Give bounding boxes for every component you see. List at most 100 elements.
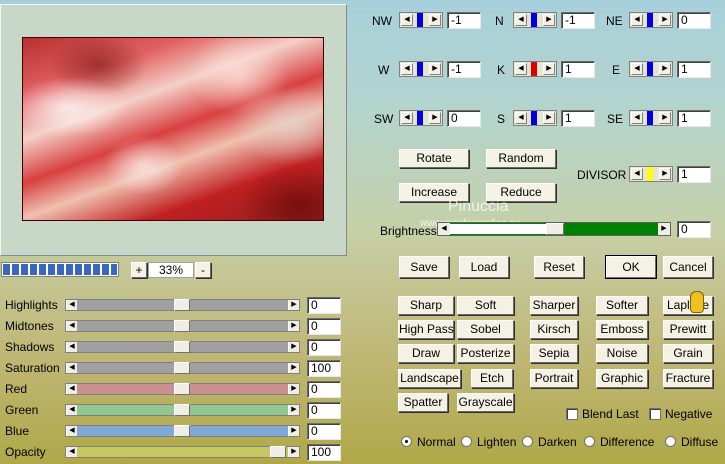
- right-arrow-icon[interactable]: ▶: [659, 112, 671, 124]
- zoom-out-button[interactable]: -: [195, 262, 211, 278]
- slider-thumb[interactable]: [174, 404, 190, 416]
- preset-soft-button[interactable]: Soft: [457, 296, 514, 315]
- left-arrow-icon[interactable]: ◀: [401, 14, 413, 26]
- kernel-thumb[interactable]: [647, 13, 653, 27]
- red-field[interactable]: 0: [307, 381, 341, 398]
- right-arrow-icon[interactable]: ▶: [288, 321, 299, 331]
- left-arrow-icon[interactable]: ◀: [401, 63, 413, 75]
- preset-fracture-button[interactable]: Fracture: [663, 369, 713, 388]
- slider-thumb[interactable]: [174, 383, 190, 395]
- right-arrow-icon[interactable]: ▶: [429, 112, 441, 124]
- green-slider[interactable]: ◀ ▶: [65, 404, 300, 416]
- right-arrow-icon[interactable]: ▶: [288, 426, 299, 436]
- preset-sobel-button[interactable]: Sobel: [457, 320, 514, 339]
- cancel-button[interactable]: Cancel: [663, 256, 713, 278]
- kernel-field-se[interactable]: 1: [677, 110, 711, 127]
- right-arrow-icon[interactable]: ▶: [659, 63, 671, 75]
- right-arrow-icon[interactable]: ▶: [429, 63, 441, 75]
- right-arrow-icon[interactable]: ▶: [288, 363, 299, 373]
- reset-button[interactable]: Reset: [534, 256, 584, 278]
- preset-emboss-button[interactable]: Emboss: [596, 320, 648, 339]
- kernel-field-n[interactable]: -1: [561, 12, 595, 29]
- right-arrow-icon[interactable]: ▶: [543, 63, 555, 75]
- kernel-spinner-nw[interactable]: ◀ ▶: [399, 12, 443, 28]
- preset-noise-button[interactable]: Noise: [596, 344, 648, 363]
- right-arrow-icon[interactable]: ▶: [659, 14, 671, 26]
- saturation-slider[interactable]: ◀ ▶: [65, 362, 300, 374]
- preset-sharp-button[interactable]: Sharp: [398, 296, 454, 315]
- saturation-field[interactable]: 100: [307, 360, 341, 377]
- right-arrow-icon[interactable]: ▶: [288, 447, 299, 457]
- right-arrow-icon[interactable]: ▶: [429, 14, 441, 26]
- kernel-field-k[interactable]: 1: [561, 61, 595, 78]
- left-arrow-icon[interactable]: ◀: [66, 405, 77, 415]
- save-button[interactable]: Save: [399, 256, 449, 278]
- kernel-spinner-s[interactable]: ◀ ▶: [513, 110, 557, 126]
- preset-landscape-button[interactable]: Landscape: [398, 369, 461, 388]
- preset-posterize-button[interactable]: Posterize: [457, 344, 514, 363]
- left-arrow-icon[interactable]: ◀: [631, 112, 643, 124]
- opacity-field[interactable]: 100: [307, 444, 341, 461]
- left-arrow-icon[interactable]: ◀: [401, 112, 413, 124]
- slider-thumb[interactable]: [174, 425, 190, 437]
- brightness-thumb[interactable]: [546, 223, 564, 235]
- slider-thumb[interactable]: [174, 320, 190, 332]
- preset-sharper-button[interactable]: Sharper: [530, 296, 578, 315]
- kernel-field-e[interactable]: 1: [677, 61, 711, 78]
- kernel-spinner-e[interactable]: ◀ ▶: [629, 61, 673, 77]
- kernel-thumb[interactable]: [647, 62, 653, 76]
- kernel-spinner-w[interactable]: ◀ ▶: [399, 61, 443, 77]
- opacity-slider[interactable]: ◀ ▶: [65, 446, 300, 458]
- zoom-level-field[interactable]: 33%: [148, 262, 194, 278]
- kernel-field-ne[interactable]: 0: [677, 12, 711, 29]
- mode-darken-radio[interactable]: [522, 436, 533, 447]
- mode-diffuse-radio[interactable]: [665, 436, 676, 447]
- preset-graphic-button[interactable]: Graphic: [596, 369, 648, 388]
- blue-slider[interactable]: ◀ ▶: [65, 425, 300, 437]
- negative-checkbox[interactable]: [649, 408, 661, 420]
- shadows-field[interactable]: 0: [307, 339, 341, 356]
- rotate-button[interactable]: Rotate: [399, 149, 469, 168]
- kernel-thumb[interactable]: [417, 111, 423, 125]
- right-arrow-icon[interactable]: ▶: [288, 384, 299, 394]
- blue-field[interactable]: 0: [307, 423, 341, 440]
- ok-button[interactable]: OK: [605, 255, 657, 279]
- kernel-thumb[interactable]: [417, 13, 423, 27]
- preset-high-pass-button[interactable]: High Pass: [398, 320, 454, 339]
- right-arrow-icon[interactable]: ▶: [659, 168, 671, 180]
- slider-thumb[interactable]: [174, 299, 190, 311]
- left-arrow-icon[interactable]: ◀: [631, 63, 643, 75]
- highlights-slider[interactable]: ◀ ▶: [65, 299, 300, 311]
- red-slider[interactable]: ◀ ▶: [65, 383, 300, 395]
- left-arrow-icon[interactable]: ◀: [66, 447, 77, 457]
- left-arrow-icon[interactable]: ◀: [66, 342, 77, 352]
- preset-spatter-button[interactable]: Spatter: [398, 393, 448, 412]
- left-arrow-icon[interactable]: ◀: [515, 63, 527, 75]
- preset-prewitt-button[interactable]: Prewitt: [663, 320, 713, 339]
- mode-difference-radio[interactable]: [584, 436, 595, 447]
- kernel-field-w[interactable]: -1: [447, 61, 481, 78]
- kernel-spinner-se[interactable]: ◀ ▶: [629, 110, 673, 126]
- divisor-thumb[interactable]: [647, 167, 653, 181]
- kernel-spinner-sw[interactable]: ◀ ▶: [399, 110, 443, 126]
- blend-last-checkbox[interactable]: [566, 408, 578, 420]
- slider-thumb[interactable]: [174, 362, 190, 374]
- divisor-spinner[interactable]: ◀ ▶: [629, 166, 673, 182]
- left-arrow-icon[interactable]: ◀: [438, 223, 450, 235]
- left-arrow-icon[interactable]: ◀: [515, 112, 527, 124]
- left-arrow-icon[interactable]: ◀: [631, 14, 643, 26]
- preset-grain-button[interactable]: Grain: [663, 344, 713, 363]
- midtones-slider[interactable]: ◀ ▶: [65, 320, 300, 332]
- zoom-in-button[interactable]: +: [131, 262, 147, 278]
- left-arrow-icon[interactable]: ◀: [66, 363, 77, 373]
- preset-softer-button[interactable]: Softer: [596, 296, 648, 315]
- mode-normal-radio[interactable]: [401, 436, 412, 447]
- left-arrow-icon[interactable]: ◀: [631, 168, 643, 180]
- preset-laplace-button[interactable]: Laplace: [663, 296, 713, 315]
- right-arrow-icon[interactable]: ▶: [288, 405, 299, 415]
- kernel-thumb[interactable]: [531, 111, 537, 125]
- brightness-slider[interactable]: ◀ ▶: [437, 222, 671, 236]
- load-button[interactable]: Load: [459, 256, 509, 278]
- kernel-spinner-n[interactable]: ◀ ▶: [513, 12, 557, 28]
- left-arrow-icon[interactable]: ◀: [515, 14, 527, 26]
